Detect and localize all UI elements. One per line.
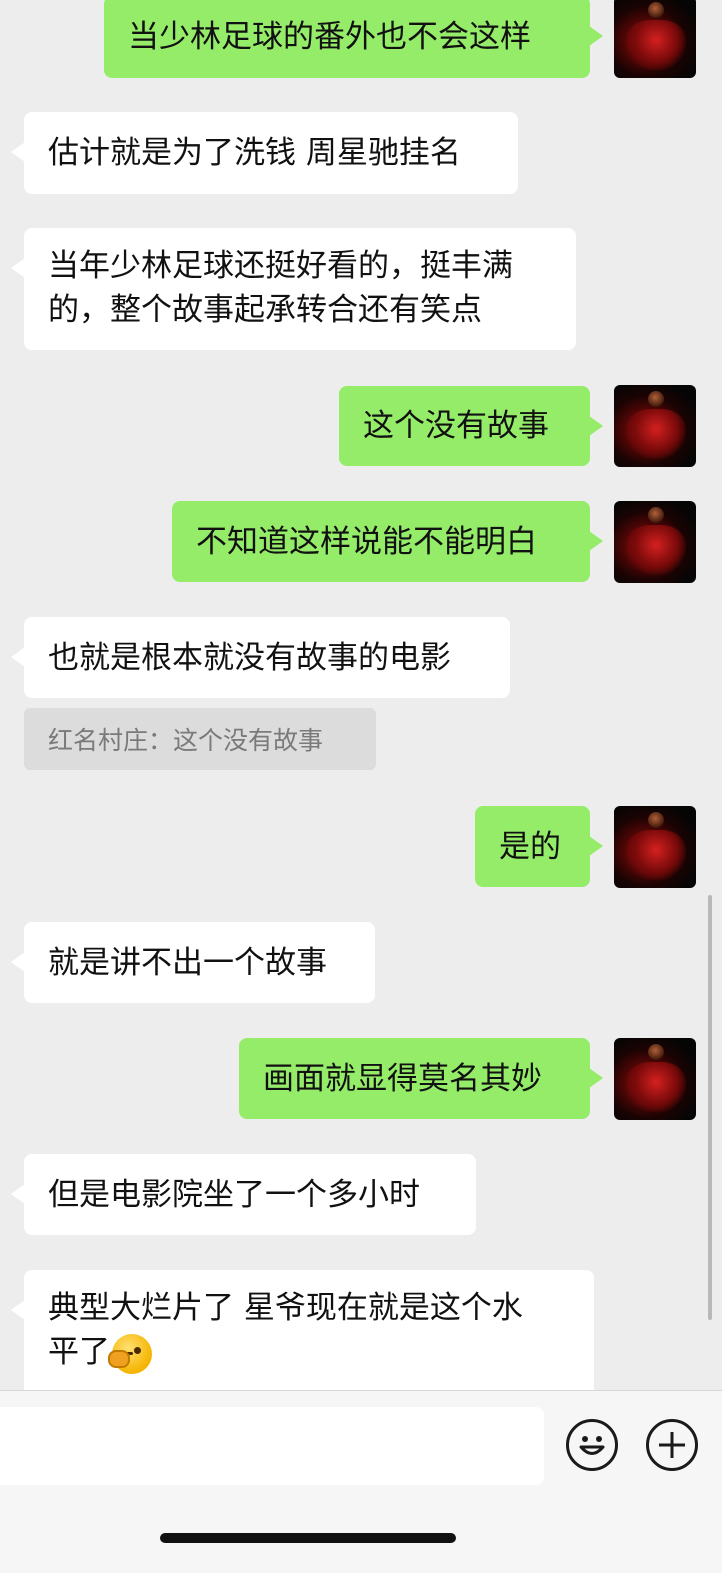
message-text: 但是电影院坐了一个多小时 [48, 1176, 420, 1213]
message-text-line: 的，整个故事起承转合还有笑点 [48, 292, 482, 328]
message-bubble-sent[interactable]: 不知道这样说能不能明白 [172, 501, 603, 582]
message-bubble-received[interactable]: 典型大烂片了 星爷现在就是这个水 平了 [11, 1270, 594, 1390]
message-bubble-sent[interactable]: 当少林足球的番外也不会这样 [104, 0, 603, 78]
message-bubble-sent[interactable]: 是的 [475, 806, 603, 887]
quoted-reply[interactable]: 红名村庄：这个没有故事 [24, 708, 376, 770]
avatar[interactable] [614, 0, 696, 78]
input-toolbar [0, 1390, 722, 1573]
emoji-button[interactable] [566, 1419, 618, 1471]
message-text: 不知道这样说能不能明白 [196, 523, 537, 560]
avatar[interactable] [614, 501, 696, 583]
message-bubble-received[interactable]: 也就是根本就没有故事的电影 [11, 617, 510, 698]
message-bubble-received[interactable]: 当年少林足球还挺好看的，挺丰满 的，整个故事起承转合还有笑点 [11, 228, 576, 350]
plus-circle-icon [659, 1432, 685, 1458]
avatar[interactable] [614, 1038, 696, 1120]
message-text: 也就是根本就没有故事的电影 [48, 639, 451, 676]
message-text: 画面就显得莫名其妙 [263, 1060, 542, 1097]
smiley-icon [579, 1436, 605, 1455]
facepalm-emoji-icon [108, 1333, 152, 1374]
chat-message-list[interactable]: 当少林足球的番外也不会这样 估计就是为了洗钱 周星驰挂名 当年少林足球还挺好看的… [0, 0, 722, 1390]
message-input[interactable] [0, 1407, 544, 1485]
message-text-line-with-emoji: 平了 [48, 1330, 152, 1374]
message-text-line: 典型大烂片了 星爷现在就是这个水 [48, 1290, 523, 1326]
message-bubble-received[interactable]: 就是讲不出一个故事 [11, 922, 375, 1003]
message-text: 这个没有故事 [363, 408, 549, 444]
message-text: 当少林足球的番外也不会这样 [128, 19, 531, 55]
avatar[interactable] [614, 806, 696, 888]
message-text: 是的 [499, 828, 561, 865]
scrollbar[interactable] [708, 895, 712, 1320]
message-bubble-sent[interactable]: 这个没有故事 [339, 386, 603, 466]
quoted-reply-text: 红名村庄：这个没有故事 [48, 726, 324, 755]
avatar[interactable] [614, 385, 696, 467]
more-button[interactable] [646, 1419, 698, 1471]
message-text: 估计就是为了洗钱 周星驰挂名 [48, 135, 461, 171]
message-bubble-received[interactable]: 但是电影院坐了一个多小时 [11, 1154, 476, 1235]
home-indicator[interactable] [160, 1533, 456, 1543]
message-bubble-received[interactable]: 估计就是为了洗钱 周星驰挂名 [11, 112, 518, 194]
message-text: 平了 [48, 1334, 110, 1370]
message-bubble-sent[interactable]: 画面就显得莫名其妙 [239, 1038, 603, 1119]
message-text-line: 当年少林足球还挺好看的，挺丰满 [48, 248, 513, 284]
message-text: 就是讲不出一个故事 [48, 944, 327, 981]
